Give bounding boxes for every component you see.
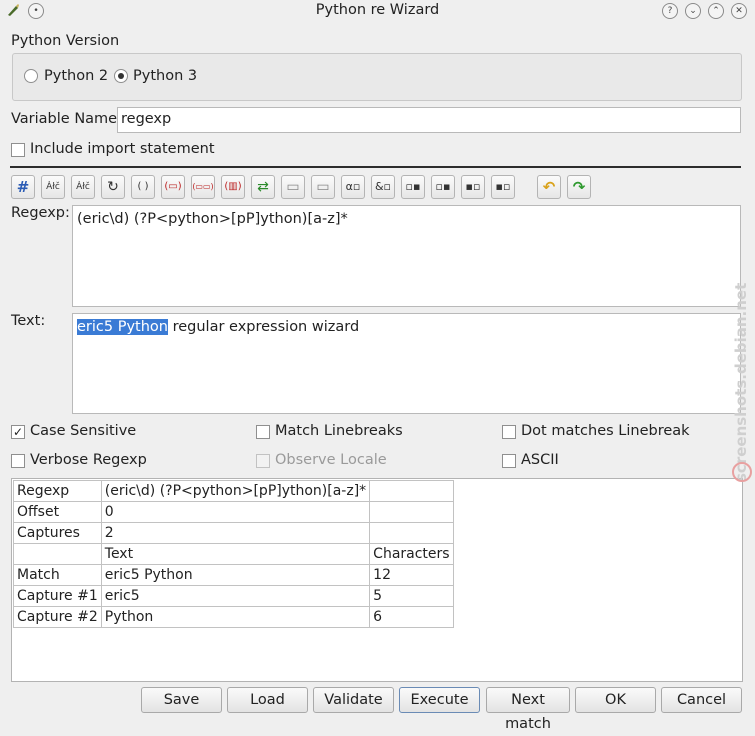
- python2-label: Python 2: [44, 68, 109, 84]
- undo-icon[interactable]: ↶: [537, 175, 561, 199]
- group-icon[interactable]: ( ): [131, 175, 155, 199]
- include-import-checkbox[interactable]: [11, 143, 25, 157]
- non-word-boundary-icon[interactable]: &▫: [371, 175, 395, 199]
- table-cell: Characters: [369, 543, 454, 565]
- table-cell: Text: [100, 543, 371, 565]
- maximize-icon[interactable]: ⌃: [708, 3, 724, 19]
- cancel-button[interactable]: Cancel: [661, 687, 742, 713]
- validate-button[interactable]: Validate: [313, 687, 394, 713]
- negative-lookahead-icon[interactable]: ▫▪: [431, 175, 455, 199]
- observe-locale-checkbox: [256, 454, 270, 468]
- table-cell: 0: [100, 501, 371, 523]
- case-sensitive-label: Case Sensitive: [30, 423, 137, 439]
- table-cell: Capture #1: [13, 585, 102, 607]
- help-icon[interactable]: ?: [662, 3, 678, 19]
- table-cell: [369, 522, 454, 544]
- table-cell: 5: [369, 585, 454, 607]
- table-cell: [369, 480, 454, 502]
- table-cell: [13, 543, 102, 565]
- match-linebreaks-checkbox[interactable]: [256, 425, 270, 439]
- table-cell: 12: [369, 564, 454, 586]
- table-cell: (eric\d) (?P<python>[pP]ython)[a-z]*: [100, 480, 371, 502]
- text-highlight: eric5 Python: [77, 319, 168, 335]
- close-icon[interactable]: ✕: [731, 3, 747, 19]
- character-ranges-icon[interactable]: Ȧłč: [71, 175, 95, 199]
- results-table[interactable]: Regexp (eric\d) (?P<python>[pP]ython)[a-z…: [11, 478, 743, 682]
- table-row: Capture #1 eric5 5: [13, 585, 454, 607]
- ok-button[interactable]: OK: [575, 687, 656, 713]
- watermark-text: screenshots.debian.net: [732, 283, 750, 482]
- divider: [10, 166, 741, 168]
- word-boundary-icon[interactable]: α▫: [341, 175, 365, 199]
- python-version-label: Python Version: [11, 33, 120, 49]
- dot-matches-linebreak-label: Dot matches Linebreak: [521, 423, 690, 439]
- variable-name-input[interactable]: regexp: [117, 107, 741, 133]
- ascii-checkbox[interactable]: [502, 454, 516, 468]
- python2-radio[interactable]: [24, 69, 38, 83]
- text-editor[interactable]: eric5 Python regular expression wizard: [72, 313, 741, 414]
- regexp-editor[interactable]: (eric\d) (?P<python>[pP]ython)[a-z]*: [72, 205, 741, 307]
- python3-label: Python 3: [133, 68, 198, 84]
- table-row: Regexp (eric\d) (?P<python>[pP]ython)[a-z…: [13, 480, 454, 502]
- table-cell: eric5: [100, 585, 371, 607]
- table-cell: [369, 501, 454, 523]
- variable-name-label: Variable Name:: [11, 111, 122, 127]
- table-row: Offset 0: [13, 501, 454, 523]
- verbose-regexp-checkbox[interactable]: [11, 454, 25, 468]
- regexp-label: Regexp:: [11, 205, 70, 221]
- table-cell: Offset: [13, 501, 102, 523]
- execute-button[interactable]: Execute: [399, 687, 480, 713]
- begin-line-icon[interactable]: ▭: [281, 175, 305, 199]
- table-cell: 2: [100, 522, 371, 544]
- table-cell: eric5 Python: [100, 564, 371, 586]
- load-button[interactable]: Load: [227, 687, 308, 713]
- comment-icon[interactable]: #: [11, 175, 35, 199]
- results-grid: Regexp (eric\d) (?P<python>[pP]ython)[a-z…: [13, 480, 454, 628]
- repeat-icon[interactable]: ↻: [101, 175, 125, 199]
- ascii-label: ASCII: [521, 452, 559, 468]
- window-title: Python re Wizard: [315, 2, 440, 18]
- variable-name-value: regexp: [121, 111, 172, 127]
- text-label: Text:: [11, 313, 46, 329]
- characters-icon[interactable]: Ȧłč: [41, 175, 65, 199]
- text-rest: regular expression wizard: [167, 319, 360, 335]
- table-row: Captures 2: [13, 522, 454, 544]
- include-import-label: Include import statement: [30, 141, 215, 157]
- python3-radio[interactable]: [114, 69, 128, 83]
- dot-matches-linebreak-checkbox[interactable]: [502, 425, 516, 439]
- save-button[interactable]: Save: [141, 687, 222, 713]
- redo-icon[interactable]: ↷: [567, 175, 591, 199]
- table-cell: Capture #2: [13, 606, 102, 628]
- observe-locale-label: Observe Locale: [275, 452, 387, 468]
- watermark: screenshots.debian.net: [718, 250, 755, 490]
- table-cell: Match: [13, 564, 102, 586]
- text-content: eric5 Python regular expression wizard: [77, 319, 359, 335]
- named-reference-icon[interactable]: (▥): [221, 175, 245, 199]
- case-sensitive-checkbox[interactable]: ✓: [11, 425, 25, 439]
- verbose-regexp-label: Verbose Regexp: [30, 452, 147, 468]
- table-cell: Captures: [13, 522, 102, 544]
- end-line-icon[interactable]: ▭: [311, 175, 335, 199]
- minimize-icon[interactable]: ⌄: [685, 3, 701, 19]
- named-group-icon[interactable]: (▭▭): [191, 175, 215, 199]
- positive-lookahead-icon[interactable]: ▫▪: [401, 175, 425, 199]
- negative-lookbehind-icon[interactable]: ▪▫: [491, 175, 515, 199]
- table-cell: Regexp: [13, 480, 102, 502]
- table-row: Capture #2 Python 6: [13, 606, 454, 628]
- regexp-value: (eric\d) (?P<python>[pP]ython)[a-z]*: [77, 211, 348, 227]
- table-cell: 6: [369, 606, 454, 628]
- table-row: Match eric5 Python 12: [13, 564, 454, 586]
- match-linebreaks-label: Match Linebreaks: [275, 423, 403, 439]
- positive-lookbehind-icon[interactable]: ▪▫: [461, 175, 485, 199]
- next-match-button[interactable]: Next match: [486, 687, 570, 732]
- table-row: Text Characters: [13, 543, 454, 565]
- alternatives-icon[interactable]: ⇄: [251, 175, 275, 199]
- non-capturing-group-icon[interactable]: (▭): [161, 175, 185, 199]
- table-cell: Python: [100, 606, 371, 628]
